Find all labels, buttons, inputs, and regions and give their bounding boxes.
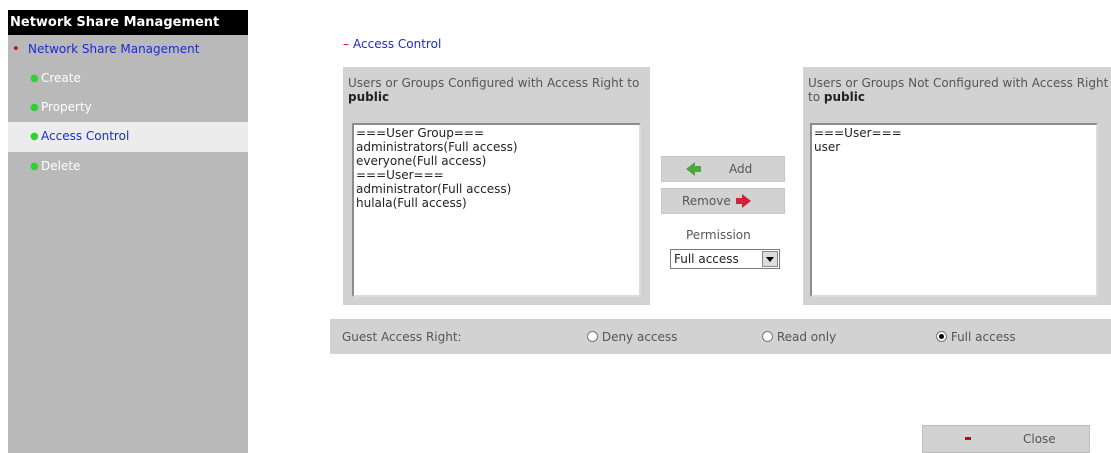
remove-button-label: Remove — [682, 194, 731, 208]
sidebar-item-access-control[interactable]: ● Access Control — [8, 122, 248, 152]
sidebar-item-label: Delete — [41, 159, 81, 173]
bullet-icon: ● — [30, 131, 39, 142]
configured-share-name: public — [348, 90, 390, 104]
configured-list[interactable]: ===User Group=== administrators(Full acc… — [352, 123, 641, 297]
sidebar-item-label: Create — [41, 71, 81, 85]
sidebar-item-label: Network Share Management — [28, 42, 200, 56]
bullet-icon: ● — [30, 161, 39, 172]
sidebar-item-network-share-management[interactable]: • Network Share Management — [8, 35, 248, 64]
bullet-icon: • — [12, 42, 20, 57]
permission-label: Permission — [686, 228, 751, 242]
guest-access-label: Guest Access Right: — [342, 330, 462, 344]
close-icon — [965, 437, 971, 440]
radio-label: Read only — [776, 330, 837, 344]
configured-panel-header: Users or Groups Configured with Access R… — [343, 67, 650, 115]
sidebar-item-property[interactable]: ● Property — [8, 93, 248, 122]
add-button-label: Add — [729, 162, 753, 176]
sidebar-item-delete[interactable]: ● Delete — [8, 152, 248, 181]
remove-button[interactable]: Remove — [661, 188, 785, 214]
guest-access-row: Guest Access Right: Deny access Read onl… — [330, 319, 1111, 354]
not-configured-list[interactable]: ===User=== user — [810, 123, 1098, 297]
arrow-left-icon — [686, 162, 695, 176]
radio-circle[interactable] — [762, 331, 773, 342]
radio-circle-selected[interactable] — [936, 331, 947, 342]
list-item[interactable]: ===User=== — [356, 168, 637, 182]
not-configured-panel-header: Users or Groups Not Configured with Acce… — [803, 67, 1111, 115]
sidebar: Network Share Management • Network Share… — [8, 10, 248, 453]
close-button-label: Close — [1023, 432, 1056, 446]
add-button[interactable]: Add — [661, 156, 785, 182]
collapse-icon: – — [343, 37, 349, 51]
sidebar-item-label: Access Control — [41, 129, 130, 143]
arrow-left-icon-tail — [695, 166, 701, 172]
radio-full-access[interactable]: Full access — [936, 330, 1016, 344]
configured-header-text: Users or Groups Configured with Access R… — [348, 76, 640, 90]
radio-label: Full access — [950, 330, 1016, 344]
list-item[interactable]: administrators(Full access) — [356, 140, 637, 154]
close-button[interactable]: Close — [922, 425, 1090, 453]
list-item[interactable]: everyone(Full access) — [356, 154, 637, 168]
list-item[interactable]: user — [814, 140, 1094, 154]
section-title-label: Access Control — [353, 37, 442, 51]
list-item[interactable]: hulala(Full access) — [356, 196, 637, 210]
radio-read-only[interactable]: Read only — [762, 330, 836, 344]
sidebar-item-create[interactable]: ● Create — [8, 64, 248, 93]
radio-deny-access[interactable]: Deny access — [587, 330, 677, 344]
chevron-down-icon[interactable] — [762, 251, 778, 267]
arrow-right-icon — [742, 194, 751, 208]
list-item[interactable]: administrator(Full access) — [356, 182, 637, 196]
sidebar-item-label: Property — [41, 100, 92, 114]
radio-label: Deny access — [601, 330, 678, 344]
radio-circle[interactable] — [587, 331, 598, 342]
sidebar-title: Network Share Management — [8, 10, 248, 35]
list-item[interactable]: ===User Group=== — [356, 126, 637, 140]
section-title-access-control[interactable]: – Access Control — [343, 37, 441, 51]
not-configured-share-name: public — [823, 90, 865, 104]
permission-select-value: Full access — [674, 252, 739, 266]
bullet-icon: ● — [30, 73, 39, 84]
permission-select[interactable]: Full access — [670, 249, 780, 269]
bullet-icon: ● — [30, 102, 39, 113]
list-item[interactable]: ===User=== — [814, 126, 1094, 140]
